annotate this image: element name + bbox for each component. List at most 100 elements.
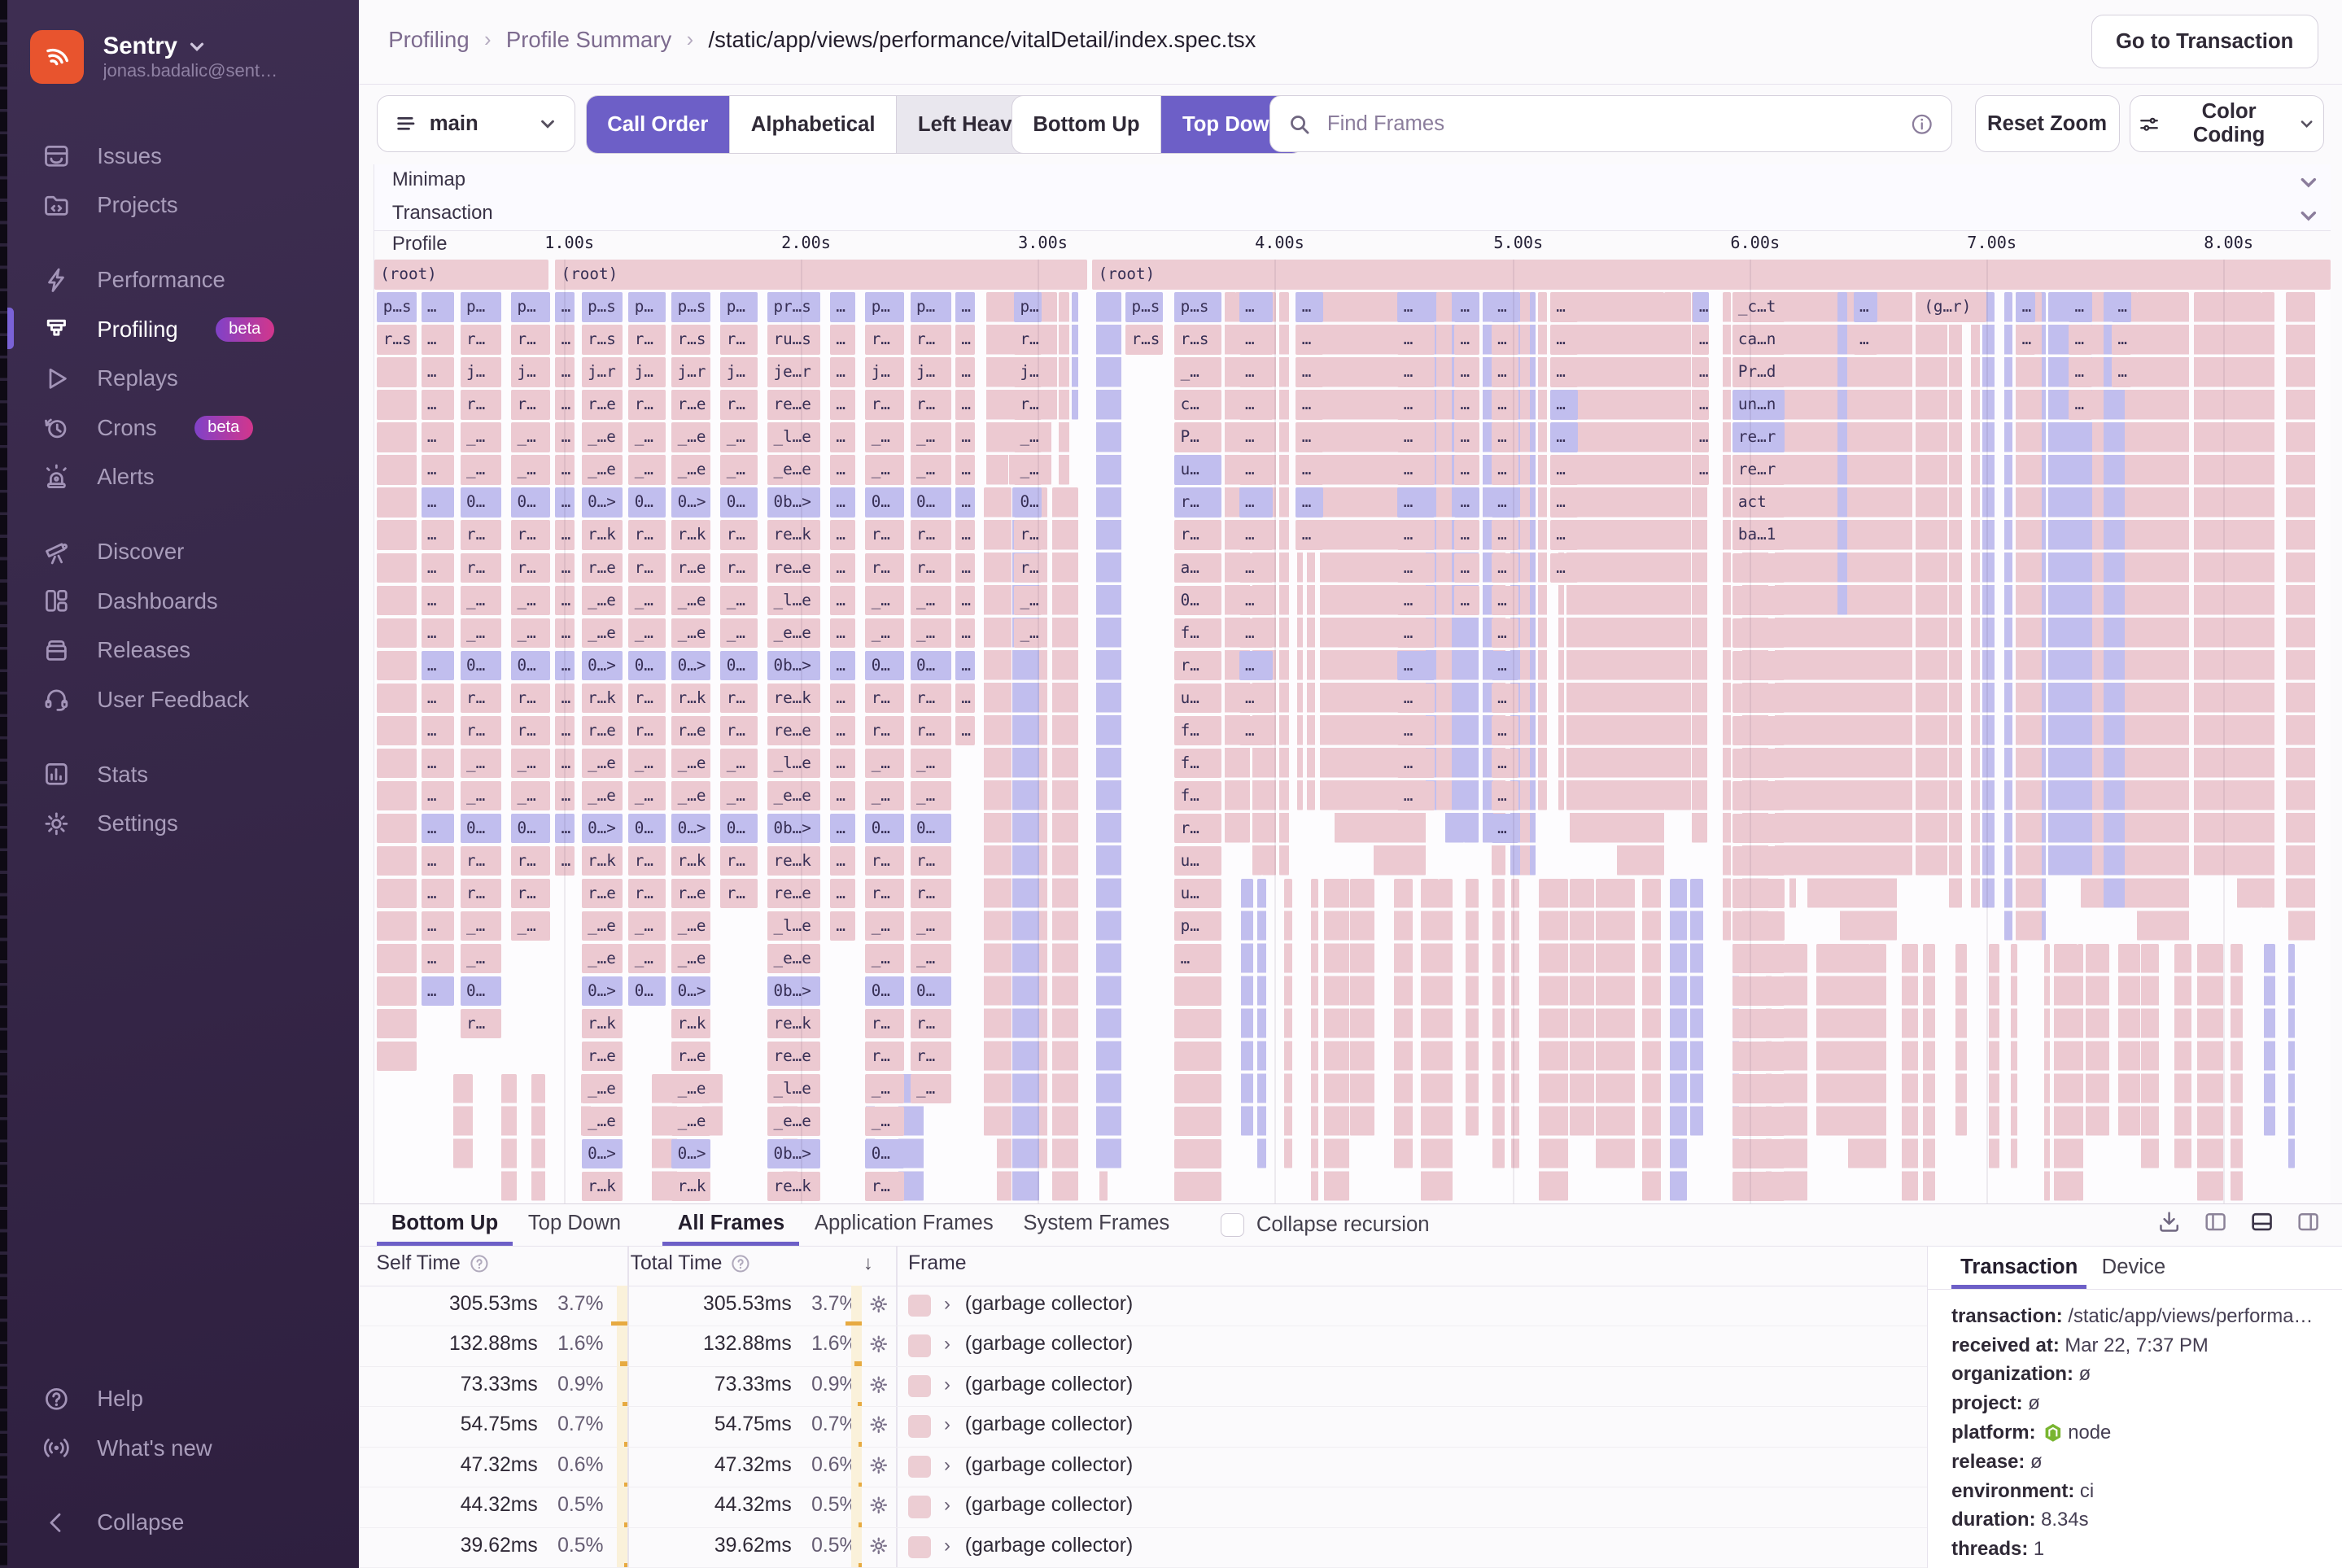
flame-cell[interactable]: …: [555, 813, 575, 843]
flame-cell[interactable]: _…: [511, 422, 551, 452]
flame-cell[interactable]: [1511, 878, 1520, 1169]
flame-cell[interactable]: r…: [460, 520, 502, 550]
sort-direction-icon[interactable]: ↓: [863, 1252, 873, 1275]
flame-cell[interactable]: …: [1454, 390, 1480, 420]
flame-cell[interactable]: [1465, 878, 1479, 1137]
flame-cell[interactable]: j…: [460, 357, 502, 387]
reset-zoom-button[interactable]: Reset Zoom: [1974, 95, 2120, 153]
flame-cell[interactable]: [2015, 292, 2043, 941]
minimap-row[interactable]: Minimap: [373, 164, 2331, 199]
flame-cell[interactable]: r…k: [581, 683, 623, 713]
flame-cell[interactable]: r…: [865, 1008, 905, 1039]
flame-cell[interactable]: 0…: [628, 976, 666, 1006]
flame-cell[interactable]: …: [1454, 455, 1480, 485]
flame-cell[interactable]: p…: [511, 292, 551, 322]
flame-cell[interactable]: …: [1239, 487, 1273, 518]
flame-cell[interactable]: …: [1853, 325, 1877, 355]
flame-cell[interactable]: …: [1549, 325, 1578, 355]
frame-settings-gear-icon[interactable]: [867, 1293, 890, 1316]
flame-cell[interactable]: …: [1491, 553, 1519, 583]
flame-cell[interactable]: …: [555, 520, 575, 550]
sidebar-item-projects[interactable]: Projects: [0, 181, 359, 230]
flame-cell[interactable]: r…: [720, 520, 758, 550]
flame-cell[interactable]: r…: [865, 325, 905, 355]
flame-cell[interactable]: …: [555, 422, 575, 452]
flame-cell[interactable]: j…r: [581, 357, 623, 387]
flame-cell[interactable]: [377, 487, 417, 518]
flame-cell[interactable]: …: [2069, 292, 2092, 322]
flame-root-cell[interactable]: (root): [555, 260, 1088, 290]
flame-cell[interactable]: _…: [1014, 585, 1042, 615]
flame-cell[interactable]: [1922, 943, 1935, 1202]
flame-cell[interactable]: 0…: [511, 487, 551, 518]
flame-cell[interactable]: …: [555, 780, 575, 810]
flame-cell[interactable]: 0b…>: [767, 976, 821, 1006]
flame-cell[interactable]: 0…: [1014, 487, 1042, 518]
flame-cell[interactable]: r…: [460, 553, 502, 583]
flame-cell[interactable]: _…e: [581, 585, 623, 615]
flame-cell[interactable]: r…: [910, 325, 952, 355]
flame-cell[interactable]: j…: [1014, 357, 1042, 387]
flame-root-cell[interactable]: (root): [1092, 260, 2331, 290]
flame-cell[interactable]: [377, 520, 417, 550]
flame-cell[interactable]: …: [1454, 520, 1480, 550]
flame-cell[interactable]: …: [1454, 487, 1480, 518]
expand-chevron-icon[interactable]: ›: [944, 1374, 950, 1396]
flame-cell[interactable]: …: [1491, 292, 1519, 322]
flame-cell[interactable]: [2086, 943, 2109, 1137]
flame-cell[interactable]: _…: [720, 748, 758, 778]
flame-cell[interactable]: _…e: [581, 748, 623, 778]
flame-cell[interactable]: …: [421, 976, 455, 1006]
flame-cell[interactable]: [377, 715, 417, 745]
flame-cell[interactable]: [1732, 845, 1785, 876]
flame-cell[interactable]: u…: [1174, 878, 1221, 908]
flame-cell[interactable]: …: [555, 487, 575, 518]
flame-cell[interactable]: [1337, 292, 1361, 843]
flame-cell[interactable]: [1988, 943, 1999, 1169]
flame-cell[interactable]: …: [830, 455, 856, 485]
flame-cell[interactable]: …: [1491, 390, 1519, 420]
flame-cell[interactable]: [1644, 292, 1665, 876]
flame-cell[interactable]: …: [1239, 292, 1273, 322]
flame-cell[interactable]: 0…: [865, 1138, 905, 1169]
flame-cell[interactable]: _…: [865, 618, 905, 648]
flame-cell[interactable]: …: [1491, 357, 1519, 387]
flame-cell[interactable]: [1955, 943, 1968, 1137]
flame-cell[interactable]: r…: [720, 683, 758, 713]
flame-cell[interactable]: …: [1397, 553, 1435, 583]
flame-cell[interactable]: r…: [628, 553, 666, 583]
sidebar-item-whats-new[interactable]: What's new: [0, 1423, 359, 1473]
flame-cell[interactable]: r…: [720, 845, 758, 876]
flame-cell[interactable]: [1732, 1138, 1785, 1169]
flame-cell[interactable]: …: [1397, 520, 1435, 550]
self-time-header[interactable]: Self Time: [377, 1252, 461, 1275]
flame-cell[interactable]: …: [421, 715, 455, 745]
flame-cell[interactable]: …: [830, 618, 856, 648]
layout-left-icon[interactable]: [2203, 1209, 2228, 1234]
flame-cell[interactable]: …: [1549, 487, 1578, 518]
flame-cell[interactable]: r…k: [671, 520, 711, 550]
flame-cell[interactable]: …: [2069, 325, 2092, 355]
flame-cell[interactable]: …: [1296, 292, 1324, 322]
flame-cell[interactable]: …: [830, 878, 856, 908]
flame-cell[interactable]: …: [1491, 780, 1519, 810]
flame-cell[interactable]: …: [1397, 683, 1435, 713]
color-coding-button[interactable]: Color Coding: [2130, 95, 2325, 153]
flame-cell[interactable]: …: [421, 357, 455, 387]
sidebar-item-alerts[interactable]: Alerts: [0, 452, 359, 502]
flame-cell[interactable]: …: [421, 390, 455, 420]
flame-cell[interactable]: r…: [865, 1171, 905, 1202]
flame-cell[interactable]: _…: [720, 585, 758, 615]
flame-cell[interactable]: re…k: [767, 845, 821, 876]
flame-cell[interactable]: [1732, 748, 1785, 778]
flame-cell[interactable]: …: [955, 585, 976, 615]
flame-cell[interactable]: 0b…>: [767, 1138, 821, 1169]
expand-chevron-icon[interactable]: ›: [944, 1293, 950, 1316]
sidebar-item-issues[interactable]: Issues: [0, 132, 359, 181]
flame-cell[interactable]: _…: [511, 618, 551, 648]
flame-cell[interactable]: [2053, 943, 2078, 1202]
flame-cell[interactable]: …: [555, 585, 575, 615]
flame-cell[interactable]: _…: [865, 911, 905, 941]
search-input[interactable]: [1324, 110, 1898, 138]
flame-cell[interactable]: 0…: [720, 487, 758, 518]
